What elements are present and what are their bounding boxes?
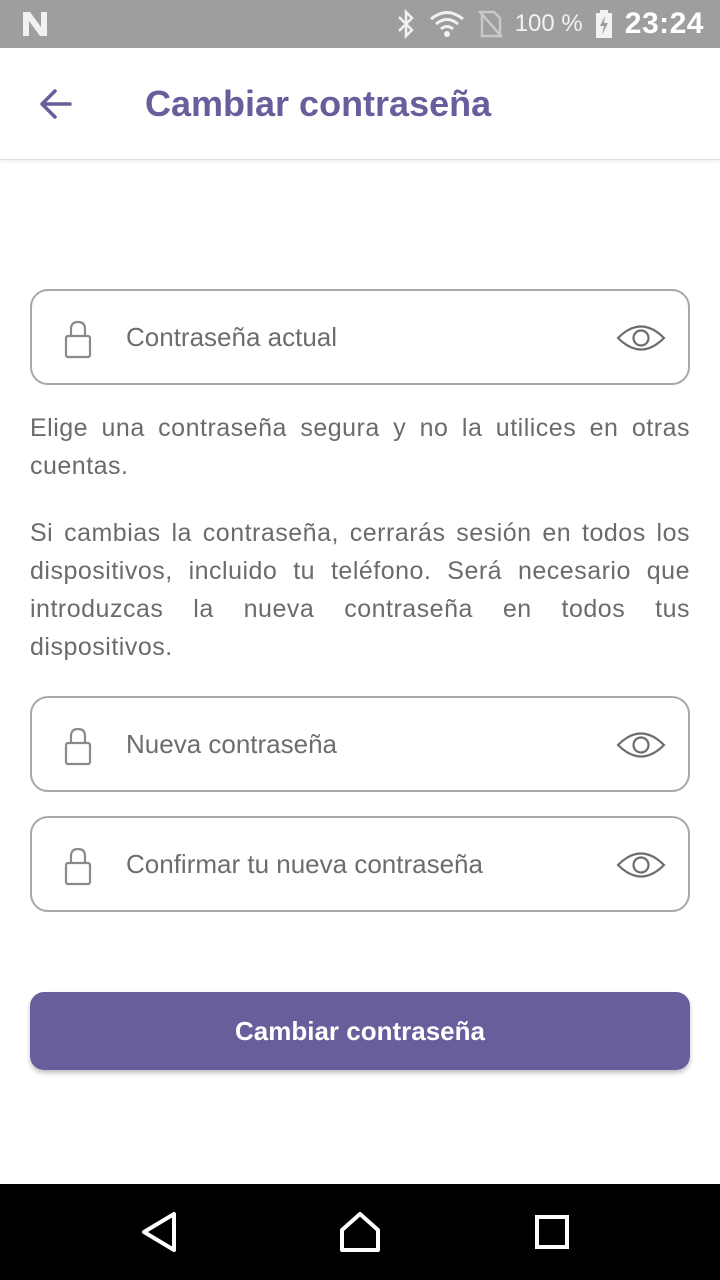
logout-warning-text: Si cambias la contraseña, cerrarás sesió… (30, 519, 690, 661)
lock-icon (64, 847, 92, 886)
password-hint-text: Elige una contraseña segura y no la util… (30, 414, 690, 480)
status-clock: 23:24 (624, 7, 704, 40)
change-password-button[interactable]: Cambiar contraseña (30, 992, 690, 1070)
no-sim-icon (477, 10, 503, 38)
battery-percentage: 100 % (514, 10, 583, 37)
current-password-input[interactable] (126, 309, 596, 365)
new-password-field[interactable] (30, 696, 690, 792)
confirm-password-input[interactable] (126, 836, 596, 892)
wifi-icon (429, 11, 464, 37)
page-title: Cambiar contraseña (145, 83, 492, 124)
confirm-password-field[interactable] (30, 816, 690, 912)
navigation-bar (0, 1184, 720, 1280)
current-password-field[interactable] (30, 289, 690, 385)
eye-icon[interactable] (616, 728, 666, 762)
back-triangle-icon[interactable] (138, 1210, 182, 1254)
lock-icon (64, 727, 92, 766)
status-icons: 100 % 23:24 (395, 0, 704, 48)
eye-icon[interactable] (616, 321, 666, 355)
bluetooth-icon (397, 9, 414, 39)
eye-icon[interactable] (616, 848, 666, 882)
lock-icon (64, 320, 92, 359)
new-password-input[interactable] (126, 716, 596, 772)
recents-square-icon[interactable] (530, 1210, 574, 1254)
app-bar: Cambiar contraseña (0, 48, 720, 160)
arrow-left-icon (40, 89, 72, 119)
battery-charging-icon (595, 10, 612, 38)
status-bar: 100 % 23:24 (0, 0, 720, 48)
home-icon[interactable] (338, 1210, 382, 1254)
back-button[interactable] (30, 78, 82, 130)
n-notification-icon (23, 12, 47, 36)
